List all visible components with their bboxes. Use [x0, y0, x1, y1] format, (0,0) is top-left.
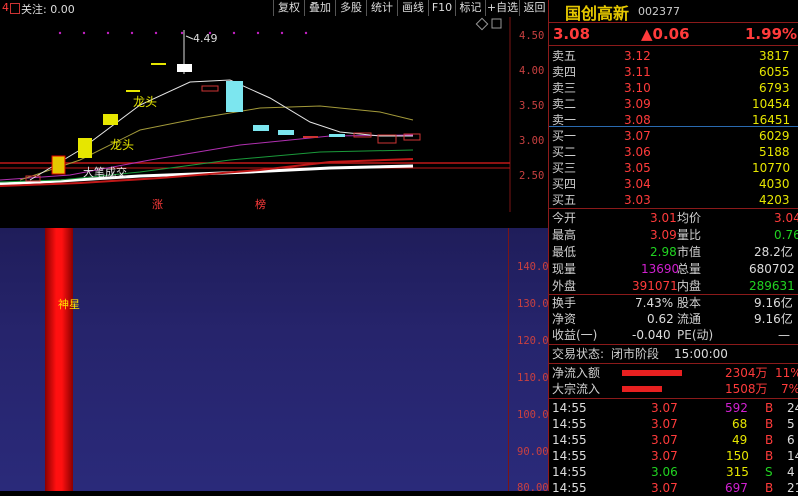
stat-row: 最低 2.98 市值 28.2亿 [552, 245, 793, 259]
order-row: 卖二 3.09 10454 [552, 97, 791, 111]
fund-row: 收益(一) -0.040 PE(动) — [552, 328, 790, 342]
flow-row: 净流入额 2304万 11% [552, 366, 798, 380]
order-row: 卖三 3.10 6793 [552, 81, 790, 95]
annotation-bang: 榜 [255, 197, 266, 211]
fq-button[interactable]: 复权 [273, 0, 304, 16]
checkbox-icon[interactable] [10, 3, 20, 14]
overlay-button[interactable]: 叠加 [304, 0, 335, 16]
vol-tick-80: 80.00 [517, 482, 549, 494]
order-row: 买一 3.07 6029 [552, 129, 790, 143]
tick-row: 14:55 3.07 592 B 24 [552, 401, 798, 415]
f10-button[interactable]: F10 [428, 0, 455, 16]
price-tick-300: 3.00 [519, 135, 545, 147]
quote-panel: 国创高新 002377 3.08 ▲0.06 1.99% 卖五 3.12 381… [548, 0, 798, 495]
fund-row: 净资 0.62 流通 9.16亿 [552, 312, 793, 326]
candles [25, 30, 421, 182]
annotation-zhang: 涨 [152, 198, 163, 211]
tick-row: 14:55 3.07 697 B 21 [552, 481, 798, 495]
stock-code: 002377 [638, 5, 680, 18]
draw-line-button[interactable]: 画线 [397, 0, 428, 16]
indicator-label: 神星 [58, 298, 80, 311]
period-marker: 4 [2, 1, 9, 14]
chart-toolbar: 4 关注: 0.00 复权 叠加 多股 统计 画线 F10 标记 +自选 返回 [0, 0, 550, 17]
back-button[interactable]: 返回 [519, 0, 550, 16]
candlestick-chart[interactable]: 4.49 龙头 龙头 大笔成交 涨 榜 [0, 17, 548, 212]
stock-name: 国创高新 [565, 4, 630, 23]
tick-row: 14:55 3.07 68 B 5 [552, 417, 795, 431]
indicator-panel[interactable]: 神星 140.00 130.00 120.00 110.00 100.00 90… [0, 228, 555, 494]
order-row: 买五 3.03 4203 [552, 193, 790, 207]
vol-tick-90: 90.00 [517, 446, 549, 458]
order-row: 买四 3.04 4030 [552, 177, 790, 191]
percent-change: 1.99% [745, 25, 798, 43]
diamond-icon [475, 17, 489, 31]
price-tick-400: 4.00 [519, 65, 545, 77]
stat-row: 现量 13690 总量 680702 [552, 262, 795, 276]
stat-row: 最高 3.09 量比 0.76 [552, 228, 798, 242]
multi-stock-button[interactable]: 多股 [335, 0, 366, 16]
stat-row: 今开 3.01 均价 3.04 [552, 211, 798, 225]
watch-label: 关注: 0.00 [21, 3, 75, 16]
add-watchlist-button[interactable]: +自选 [485, 0, 519, 16]
tick-row: 14:55 3.07 49 B 6 [552, 433, 795, 447]
trade-status: 交易状态: 闭市阶段 15:00:00 [552, 347, 728, 361]
order-row: 卖五 3.12 3817 [552, 49, 790, 63]
order-row: 买二 3.06 5188 [552, 145, 790, 159]
fund-row: 换手 7.43% 股本 9.16亿 [552, 296, 793, 310]
square-icon [491, 18, 502, 29]
tick-row: 14:55 3.06 315 S 4 [552, 465, 795, 479]
red-indicator-bar [45, 228, 73, 491]
flow-row: 大宗流入 1508万 7% [552, 382, 798, 396]
peak-price-label: 4.49 [193, 32, 218, 45]
annotation-big-trade: 大笔成交 [83, 165, 127, 179]
order-row: 买三 3.05 10770 [552, 161, 791, 175]
order-row: 卖四 3.11 6055 [552, 65, 790, 79]
price-change: ▲0.06 [641, 25, 690, 43]
annotation-longtou-2: 龙头 [110, 138, 134, 152]
stats-button[interactable]: 统计 [366, 0, 397, 16]
tick-row: 14:55 3.07 150 B 14 [552, 449, 798, 463]
mark-button[interactable]: 标记 [455, 0, 485, 16]
last-price: 3.08 [553, 25, 591, 43]
price-tick-350: 3.50 [519, 100, 545, 112]
price-tick-450: 4.50 [519, 30, 545, 42]
price-tick-250: 2.50 [519, 170, 545, 182]
stat-row: 外盘 391071 内盘 289631 [552, 279, 795, 293]
annotation-longtou-1: 龙头 [133, 95, 157, 109]
